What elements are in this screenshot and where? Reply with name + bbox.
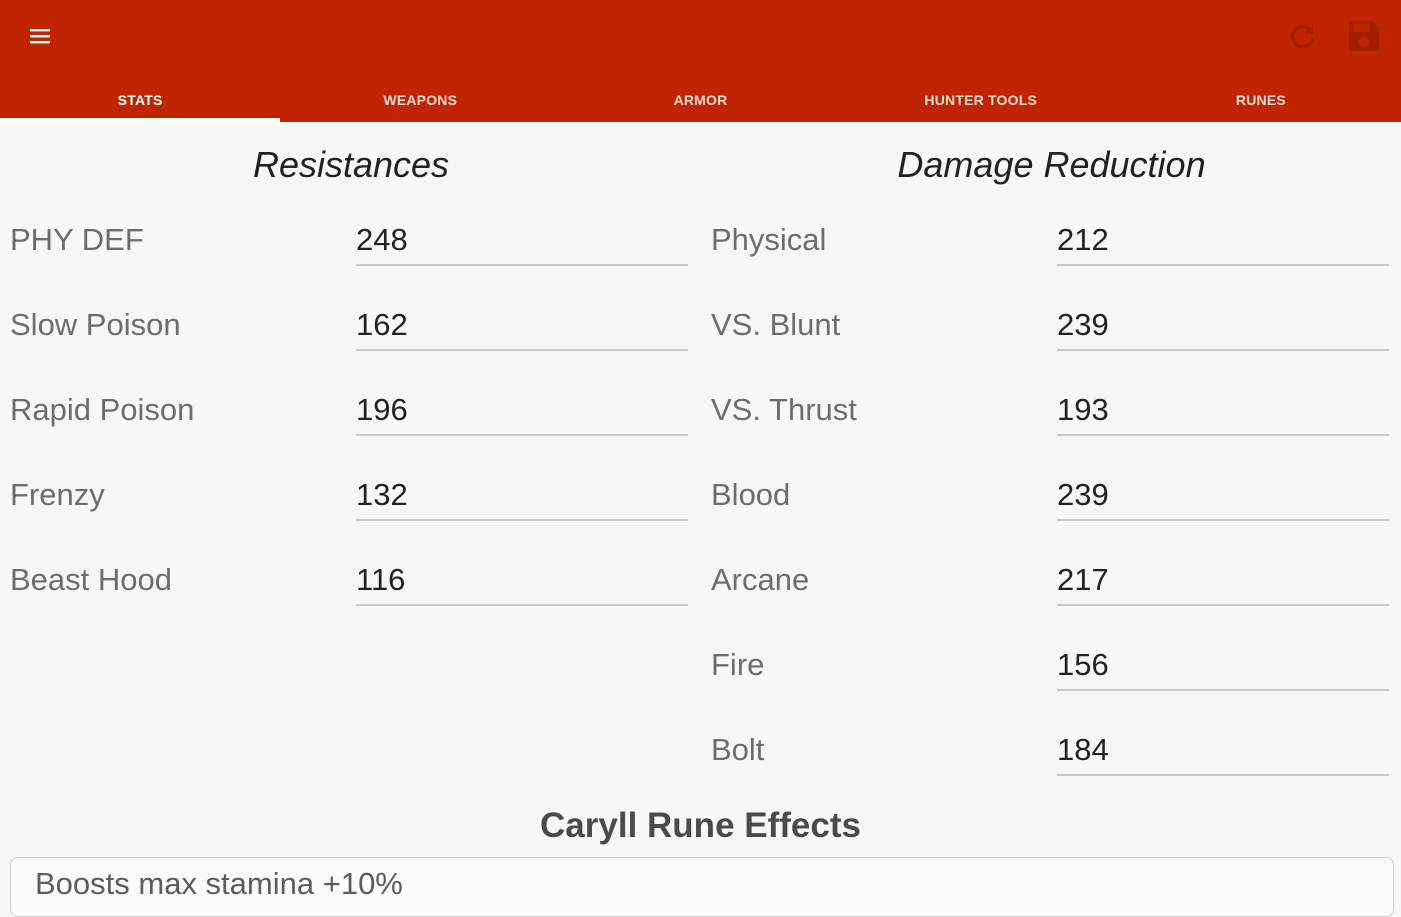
damage-field-fire[interactable]: 156 (1057, 645, 1389, 691)
resistance-label-slow-poison: Slow Poison (10, 307, 181, 342)
resistance-field-beast-hood[interactable]: 116 (356, 560, 688, 606)
resistance-label-rapid-poison: Rapid Poison (10, 392, 195, 427)
damage-label-vs-thrust: VS. Thrust (711, 392, 857, 427)
resistance-field-rapid-poison[interactable]: 196 (356, 390, 688, 436)
damage-field-vs-blunt[interactable]: 239 (1057, 305, 1389, 351)
resistance-label-beast-hood: Beast Hood (10, 562, 172, 597)
resistance-field-frenzy[interactable]: 132 (356, 475, 688, 521)
save-icon[interactable] (1342, 14, 1386, 58)
damage-field-bolt[interactable]: 184 (1057, 730, 1389, 776)
menu-icon[interactable] (22, 18, 58, 54)
resistance-field-slow-poison[interactable]: 162 (356, 305, 688, 351)
rune-effects-list: Boosts max stamina +10% (10, 857, 1394, 917)
damage-label-physical: Physical (711, 222, 827, 257)
app-bar: STATS WEAPONS ARMOR HUNTER TOOLS RUNES (0, 0, 1401, 122)
damage-label-blood: Blood (711, 477, 791, 512)
rune-effect-item: Boosts max stamina +10% (35, 866, 403, 901)
resistance-label-frenzy: Frenzy (10, 477, 105, 512)
tab-armor[interactable]: ARMOR (560, 78, 840, 122)
tab-weapons[interactable]: WEAPONS (280, 78, 560, 122)
resistance-field-phy-def[interactable]: 248 (356, 220, 688, 266)
damage-reduction-title: Damage Reduction (897, 144, 1206, 185)
tab-bar: STATS WEAPONS ARMOR HUNTER TOOLS RUNES (0, 78, 1401, 122)
tab-runes[interactable]: RUNES (1121, 78, 1401, 122)
damage-label-vs-blunt: VS. Blunt (711, 307, 841, 342)
damage-field-physical[interactable]: 212 (1057, 220, 1389, 266)
damage-label-fire: Fire (711, 647, 765, 682)
caryll-rune-title: Caryll Rune Effects (540, 806, 861, 845)
damage-label-arcane: Arcane (711, 562, 810, 597)
tab-hunter-tools[interactable]: HUNTER TOOLS (841, 78, 1121, 122)
damage-label-bolt: Bolt (711, 732, 765, 767)
refresh-icon[interactable] (1283, 16, 1323, 56)
tab-stats[interactable]: STATS (0, 78, 281, 122)
resistances-title: Resistances (252, 144, 450, 185)
damage-field-arcane[interactable]: 217 (1057, 560, 1389, 606)
damage-field-vs-thrust[interactable]: 193 (1057, 390, 1389, 436)
damage-field-blood[interactable]: 239 (1057, 475, 1389, 521)
resistance-label-phy-def: PHY DEF (10, 222, 144, 257)
